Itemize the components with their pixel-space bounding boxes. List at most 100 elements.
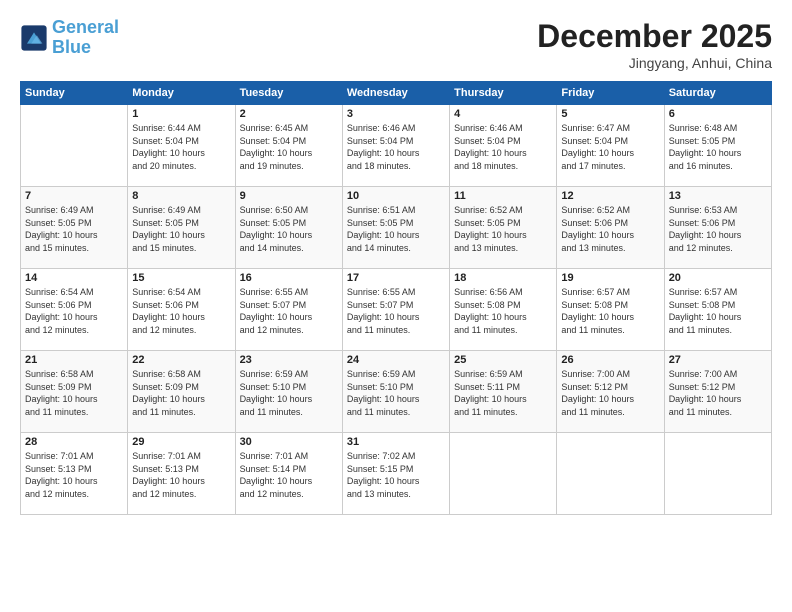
day-cell: 1 Sunrise: 6:44 AM Sunset: 5:04 PM Daylig… <box>128 105 235 187</box>
day-cell: 3Sunrise: 6:46 AM Sunset: 5:04 PM Daylig… <box>342 105 449 187</box>
day-number: 22 <box>132 354 230 366</box>
day-cell: 18 Sunrise: 6:56 AM Sunset: 5:08 PM Dayli… <box>450 269 557 351</box>
day-number: 14 <box>25 272 123 284</box>
day-number: 26 <box>561 354 659 366</box>
day-header-monday: Monday <box>128 82 235 105</box>
day-header-friday: Friday <box>557 82 664 105</box>
day-cell: 28Sunrise: 7:01 AM Sunset: 5:13 PM Dayli… <box>21 433 128 515</box>
day-number: 20 <box>669 272 767 284</box>
day-cell: 12 Sunrise: 6:52 AM Sunset: 5:06 PM Dayli… <box>557 187 664 269</box>
day-number: 28 <box>25 436 123 448</box>
day-number: 30 <box>240 436 338 448</box>
day-number: 12 <box>561 190 659 202</box>
day-cell: 31Sunrise: 7:02 AM Sunset: 5:15 PM Dayli… <box>342 433 449 515</box>
day-cell: 14 Sunrise: 6:54 AM Sunset: 5:06 PM Dayli… <box>21 269 128 351</box>
day-cell: 15 Sunrise: 6:54 AM Sunset: 5:06 PM Dayli… <box>128 269 235 351</box>
title-block: December 2025 Jingyang, Anhui, China <box>537 18 772 71</box>
day-info: Sunrise: 7:00 AM Sunset: 5:12 PM Dayligh… <box>669 368 767 418</box>
day-cell: 23 Sunrise: 6:59 AM Sunset: 5:10 PM Dayli… <box>235 351 342 433</box>
day-info: Sunrise: 6:57 AM Sunset: 5:08 PM Dayligh… <box>669 286 767 336</box>
day-number: 18 <box>454 272 552 284</box>
day-info: Sunrise: 6:52 AM Sunset: 5:05 PM Dayligh… <box>454 204 552 254</box>
day-info: Sunrise: 6:53 AM Sunset: 5:06 PM Dayligh… <box>669 204 767 254</box>
day-info: Sunrise: 6:58 AM Sunset: 5:09 PM Dayligh… <box>132 368 230 418</box>
day-info: Sunrise: 6:59 AM Sunset: 5:10 PM Dayligh… <box>240 368 338 418</box>
day-cell: 4 Sunrise: 6:46 AM Sunset: 5:04 PM Daylig… <box>450 105 557 187</box>
day-number: 1 <box>132 108 230 120</box>
header: General Blue December 2025 Jingyang, Anh… <box>20 18 772 71</box>
day-number: 9 <box>240 190 338 202</box>
day-number: 24 <box>347 354 445 366</box>
day-cell: 7Sunrise: 6:49 AM Sunset: 5:05 PM Daylig… <box>21 187 128 269</box>
day-cell: 8 Sunrise: 6:49 AM Sunset: 5:05 PM Daylig… <box>128 187 235 269</box>
day-info: Sunrise: 6:45 AM Sunset: 5:04 PM Dayligh… <box>240 122 338 172</box>
day-number: 5 <box>561 108 659 120</box>
day-info: Sunrise: 6:44 AM Sunset: 5:04 PM Dayligh… <box>132 122 230 172</box>
page: General Blue December 2025 Jingyang, Anh… <box>0 0 792 612</box>
day-number: 16 <box>240 272 338 284</box>
day-number: 6 <box>669 108 767 120</box>
day-header-saturday: Saturday <box>664 82 771 105</box>
day-number: 3 <box>347 108 445 120</box>
day-cell <box>450 433 557 515</box>
day-cell: 24 Sunrise: 6:59 AM Sunset: 5:10 PM Dayli… <box>342 351 449 433</box>
day-number: 29 <box>132 436 230 448</box>
day-number: 23 <box>240 354 338 366</box>
day-cell <box>557 433 664 515</box>
day-info: Sunrise: 6:52 AM Sunset: 5:06 PM Dayligh… <box>561 204 659 254</box>
day-cell: 9 Sunrise: 6:50 AM Sunset: 5:05 PM Daylig… <box>235 187 342 269</box>
day-info: Sunrise: 6:55 AM Sunset: 5:07 PM Dayligh… <box>347 286 445 336</box>
logo-text: General Blue <box>52 18 119 58</box>
day-header-wednesday: Wednesday <box>342 82 449 105</box>
day-cell: 21Sunrise: 6:58 AM Sunset: 5:09 PM Dayli… <box>21 351 128 433</box>
day-cell: 30 Sunrise: 7:01 AM Sunset: 5:14 PM Dayli… <box>235 433 342 515</box>
day-cell: 10 Sunrise: 6:51 AM Sunset: 5:05 PM Dayli… <box>342 187 449 269</box>
day-info: Sunrise: 6:58 AM Sunset: 5:09 PM Dayligh… <box>25 368 123 418</box>
day-header-tuesday: Tuesday <box>235 82 342 105</box>
month-title: December 2025 <box>537 18 772 55</box>
day-info: Sunrise: 6:46 AM Sunset: 5:04 PM Dayligh… <box>454 122 552 172</box>
day-info: Sunrise: 6:51 AM Sunset: 5:05 PM Dayligh… <box>347 204 445 254</box>
day-cell: 25Sunrise: 6:59 AM Sunset: 5:11 PM Dayli… <box>450 351 557 433</box>
day-cell: 6 Sunrise: 6:48 AM Sunset: 5:05 PM Daylig… <box>664 105 771 187</box>
day-info: Sunrise: 7:02 AM Sunset: 5:15 PM Dayligh… <box>347 450 445 500</box>
day-info: Sunrise: 6:50 AM Sunset: 5:05 PM Dayligh… <box>240 204 338 254</box>
day-cell: 19 Sunrise: 6:57 AM Sunset: 5:08 PM Dayli… <box>557 269 664 351</box>
day-info: Sunrise: 6:54 AM Sunset: 5:06 PM Dayligh… <box>25 286 123 336</box>
header-row: SundayMondayTuesdayWednesdayThursdayFrid… <box>21 82 772 105</box>
day-info: Sunrise: 6:54 AM Sunset: 5:06 PM Dayligh… <box>132 286 230 336</box>
day-info: Sunrise: 6:49 AM Sunset: 5:05 PM Dayligh… <box>132 204 230 254</box>
day-header-sunday: Sunday <box>21 82 128 105</box>
day-number: 13 <box>669 190 767 202</box>
day-info: Sunrise: 6:59 AM Sunset: 5:10 PM Dayligh… <box>347 368 445 418</box>
day-number: 19 <box>561 272 659 284</box>
day-number: 27 <box>669 354 767 366</box>
week-row-1: 1 Sunrise: 6:44 AM Sunset: 5:04 PM Daylig… <box>21 105 772 187</box>
day-cell: 20 Sunrise: 6:57 AM Sunset: 5:08 PM Dayli… <box>664 269 771 351</box>
day-cell: 11 Sunrise: 6:52 AM Sunset: 5:05 PM Dayli… <box>450 187 557 269</box>
day-info: Sunrise: 7:01 AM Sunset: 5:14 PM Dayligh… <box>240 450 338 500</box>
day-cell: 13 Sunrise: 6:53 AM Sunset: 5:06 PM Dayli… <box>664 187 771 269</box>
day-cell: 2 Sunrise: 6:45 AM Sunset: 5:04 PM Daylig… <box>235 105 342 187</box>
week-row-2: 7Sunrise: 6:49 AM Sunset: 5:05 PM Daylig… <box>21 187 772 269</box>
day-cell: 17 Sunrise: 6:55 AM Sunset: 5:07 PM Dayli… <box>342 269 449 351</box>
day-number: 10 <box>347 190 445 202</box>
logo: General Blue <box>20 18 119 58</box>
day-info: Sunrise: 6:55 AM Sunset: 5:07 PM Dayligh… <box>240 286 338 336</box>
day-info: Sunrise: 7:00 AM Sunset: 5:12 PM Dayligh… <box>561 368 659 418</box>
day-number: 2 <box>240 108 338 120</box>
day-cell: 5Sunrise: 6:47 AM Sunset: 5:04 PM Daylig… <box>557 105 664 187</box>
week-row-4: 21Sunrise: 6:58 AM Sunset: 5:09 PM Dayli… <box>21 351 772 433</box>
day-info: Sunrise: 6:48 AM Sunset: 5:05 PM Dayligh… <box>669 122 767 172</box>
day-cell: 26 Sunrise: 7:00 AM Sunset: 5:12 PM Dayli… <box>557 351 664 433</box>
day-info: Sunrise: 6:56 AM Sunset: 5:08 PM Dayligh… <box>454 286 552 336</box>
day-number: 17 <box>347 272 445 284</box>
day-info: Sunrise: 6:57 AM Sunset: 5:08 PM Dayligh… <box>561 286 659 336</box>
day-number: 8 <box>132 190 230 202</box>
day-number: 11 <box>454 190 552 202</box>
logo-icon <box>20 24 48 52</box>
day-number: 4 <box>454 108 552 120</box>
day-info: Sunrise: 7:01 AM Sunset: 5:13 PM Dayligh… <box>132 450 230 500</box>
day-number: 15 <box>132 272 230 284</box>
week-row-5: 28 Sunrise: 7:01 AM Sunset: 5:13 PM Dayli… <box>21 433 772 515</box>
